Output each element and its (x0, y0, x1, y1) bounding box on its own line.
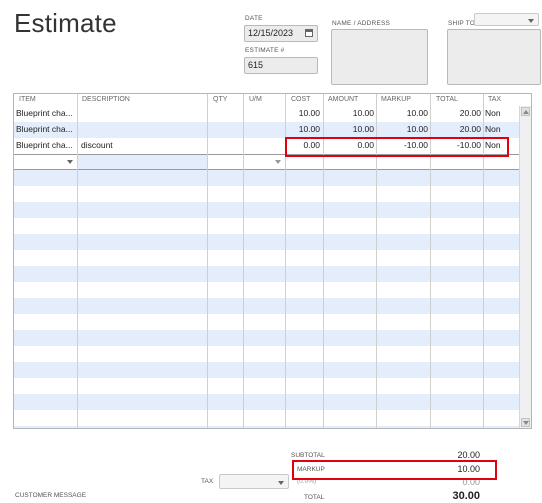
total-label: TOTAL (304, 494, 325, 501)
col-header-tax[interactable]: TAX (488, 96, 501, 103)
cell-amount[interactable]: 10.00 (330, 124, 374, 134)
estimate-number-value: 615 (248, 60, 264, 70)
calendar-icon[interactable] (305, 29, 313, 37)
cell-cost[interactable]: 10.00 (286, 108, 320, 118)
cell-tax[interactable]: Non (485, 124, 501, 134)
total-value: 30.00 (452, 490, 480, 502)
empty-row[interactable] (14, 266, 519, 282)
cell-tax[interactable]: Non (485, 108, 501, 118)
chevron-down-icon (278, 481, 284, 485)
empty-row[interactable] (14, 378, 519, 394)
empty-row[interactable] (14, 394, 519, 410)
col-header-description[interactable]: DESCRIPTION (82, 96, 130, 103)
cell-description[interactable]: discount (81, 140, 113, 150)
empty-row[interactable] (14, 362, 519, 378)
discount-row-highlight (285, 137, 509, 157)
empty-row[interactable] (14, 234, 519, 250)
table-row[interactable]: Blueprint cha... 10.00 10.00 10.00 20.00… (14, 106, 519, 122)
date-field[interactable]: 12/15/2023 (244, 25, 318, 42)
empty-row[interactable] (14, 202, 519, 218)
scroll-down-arrow-icon[interactable] (521, 418, 530, 427)
cell-cost[interactable]: 10.00 (286, 124, 320, 134)
date-value: 12/15/2023 (248, 28, 294, 38)
column-divider (207, 94, 208, 428)
cell-amount[interactable]: 10.00 (330, 108, 374, 118)
ship-to-box[interactable] (447, 29, 541, 85)
ship-to-label: SHIP TO (448, 20, 476, 27)
col-header-cost[interactable]: COST (291, 96, 310, 103)
chevron-down-icon (528, 19, 534, 23)
empty-row[interactable] (14, 346, 519, 362)
subtotal-value: 20.00 (457, 450, 480, 460)
cell-total[interactable]: 20.00 (436, 124, 481, 134)
cell-item[interactable]: Blueprint cha... (16, 124, 76, 134)
empty-row[interactable] (14, 330, 519, 346)
estimate-number-field[interactable]: 615 (244, 57, 318, 74)
column-divider (77, 94, 78, 428)
name-address-label: NAME / ADDRESS (332, 20, 391, 27)
ship-to-dropdown[interactable] (474, 13, 539, 26)
empty-row[interactable] (14, 250, 519, 266)
page-title: Estimate (14, 8, 117, 38)
empty-row[interactable] (14, 426, 519, 428)
um-dropdown-chevron-icon[interactable] (275, 160, 281, 164)
tax-dropdown[interactable] (219, 474, 289, 489)
col-header-um[interactable]: U/M (249, 96, 262, 103)
col-header-markup[interactable]: MARKUP (381, 96, 411, 103)
cell-item[interactable]: Blueprint cha... (16, 140, 76, 150)
description-edit-cell[interactable] (78, 155, 207, 169)
column-divider (243, 94, 244, 428)
empty-row[interactable] (14, 410, 519, 426)
subtotal-label: SUBTOTAL (291, 452, 325, 459)
estimate-number-label: ESTIMATE # (245, 47, 285, 54)
tax-label: TAX (201, 478, 214, 485)
item-dropdown-chevron-icon[interactable] (67, 160, 73, 164)
cell-item[interactable]: Blueprint cha... (16, 108, 76, 118)
empty-row[interactable] (14, 218, 519, 234)
date-label: DATE (245, 15, 263, 22)
empty-row[interactable] (14, 298, 519, 314)
name-address-box[interactable] (331, 29, 428, 85)
empty-row[interactable] (14, 170, 519, 186)
empty-row[interactable] (14, 314, 519, 330)
table-row[interactable]: Blueprint cha... 10.00 10.00 10.00 20.00… (14, 122, 519, 138)
col-header-total[interactable]: TOTAL (436, 96, 458, 103)
cell-total[interactable]: 20.00 (436, 108, 481, 118)
table-scrollbar[interactable] (519, 106, 531, 428)
empty-row[interactable] (14, 186, 519, 202)
col-header-qty[interactable]: QTY (213, 96, 227, 103)
customer-message-label: CUSTOMER MESSAGE (15, 492, 87, 499)
markup-total-highlight (292, 460, 497, 480)
cell-markup[interactable]: 10.00 (382, 108, 428, 118)
col-header-amount[interactable]: AMOUNT (328, 96, 358, 103)
cell-markup[interactable]: 10.00 (382, 124, 428, 134)
empty-row[interactable] (14, 282, 519, 298)
col-header-item[interactable]: ITEM (19, 96, 36, 103)
scroll-up-arrow-icon[interactable] (521, 107, 530, 116)
